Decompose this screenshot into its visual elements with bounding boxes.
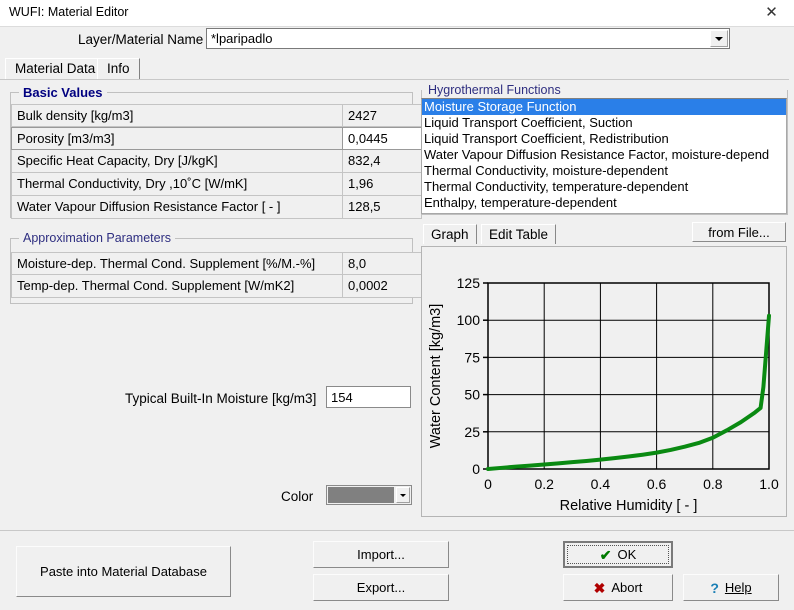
- svg-text:0: 0: [472, 461, 480, 477]
- hygrothermal-functions-legend: Hygrothermal Functions: [425, 83, 564, 97]
- row-value[interactable]: 832,4: [343, 150, 422, 173]
- chevron-down-icon[interactable]: [396, 487, 410, 503]
- row-label: Thermal Conductivity, Dry ,10˚C [W/mK]: [11, 173, 343, 196]
- window-title: WUFI: Material Editor: [9, 5, 129, 19]
- graph-panel: Graph Edit Table from File... 0 25 50 75 100…: [421, 222, 788, 517]
- table-row[interactable]: Bulk density [kg/m3] 2427: [11, 104, 422, 127]
- question-icon: ?: [710, 579, 719, 596]
- main-tabstrip: Material Data Info: [5, 58, 789, 80]
- tab-graph-label: Graph: [431, 227, 469, 242]
- list-item[interactable]: Thermal Conductivity, moisture-dependent: [422, 163, 786, 179]
- hygrothermal-functions-list[interactable]: Moisture Storage Function Liquid Transpo…: [421, 98, 787, 214]
- layer-material-name-combobox[interactable]: *lparipadlo: [206, 28, 730, 49]
- table-row[interactable]: Specific Heat Capacity, Dry [J/kgK] 832,…: [11, 150, 422, 173]
- row-value[interactable]: 128,5: [343, 196, 422, 219]
- list-item[interactable]: Liquid Transport Coefficient, Suction: [422, 115, 786, 131]
- row-label: Porosity [m3/m3]: [11, 127, 343, 150]
- chevron-down-icon[interactable]: [710, 30, 728, 47]
- tab-material-data-label: Material Data: [15, 61, 96, 76]
- row-value[interactable]: 2427: [343, 104, 422, 127]
- title-bar: WUFI: Material Editor ✕: [0, 0, 794, 27]
- table-row[interactable]: Moisture-dep. Thermal Cond. Supplement […: [11, 252, 422, 275]
- svg-text:1.0: 1.0: [759, 476, 779, 492]
- ok-button-label: OK: [617, 547, 637, 562]
- approximation-parameters-table: Moisture-dep. Thermal Cond. Supplement […: [11, 252, 422, 298]
- ok-button[interactable]: ✔ OK: [563, 541, 673, 568]
- svg-text:125: 125: [457, 275, 481, 291]
- svg-text:Water Content [kg/m3]: Water Content [kg/m3]: [428, 304, 444, 449]
- row-label: Moisture-dep. Thermal Cond. Supplement […: [11, 252, 343, 275]
- color-label: Color: [281, 489, 314, 504]
- row-value[interactable]: 8,0: [343, 252, 422, 275]
- check-icon: ✔: [599, 546, 612, 563]
- layer-material-name-value: *lparipadlo: [211, 31, 273, 46]
- color-combobox[interactable]: [326, 485, 412, 505]
- row-value[interactable]: 0,0445: [343, 127, 422, 150]
- tab-material-data[interactable]: Material Data: [5, 58, 106, 79]
- row-label: Water Vapour Diffusion Resistance Factor…: [11, 196, 343, 219]
- row-label: Temp-dep. Thermal Cond. Supplement [W/mK…: [11, 275, 343, 298]
- svg-text:100: 100: [457, 312, 481, 328]
- list-item[interactable]: Thermal Conductivity, temperature-depend…: [422, 179, 786, 195]
- cross-icon: ✖: [593, 579, 606, 596]
- table-row[interactable]: Water Vapour Diffusion Resistance Factor…: [11, 196, 422, 219]
- svg-text:50: 50: [464, 387, 480, 403]
- table-row[interactable]: Porosity [m3/m3] 0,0445: [11, 127, 422, 150]
- export-button-label: Export...: [356, 580, 406, 595]
- list-item[interactable]: Enthalpy, temperature-dependent: [422, 195, 786, 211]
- svg-text:0.8: 0.8: [703, 476, 723, 492]
- svg-text:25: 25: [464, 424, 480, 440]
- svg-text:0: 0: [484, 476, 492, 492]
- svg-text:75: 75: [464, 349, 480, 365]
- abort-button-label: Abort: [611, 580, 643, 595]
- table-row[interactable]: Thermal Conductivity, Dry ,10˚C [W/mK] 1…: [11, 173, 422, 196]
- list-item[interactable]: Moisture Storage Function: [422, 99, 786, 115]
- built-in-moisture-label: Typical Built-In Moisture [kg/m3]: [125, 391, 317, 406]
- tab-edit-table[interactable]: Edit Table: [481, 224, 557, 244]
- svg-text:Relative Humidity [ - ]: Relative Humidity [ - ]: [560, 498, 698, 514]
- svg-text:0.6: 0.6: [647, 476, 667, 492]
- material-editor-window: WUFI: Material Editor ✕ Layer/Material N…: [0, 0, 794, 610]
- built-in-moisture-input[interactable]: 154: [326, 386, 411, 408]
- import-button-label: Import...: [357, 547, 405, 562]
- tab-info[interactable]: Info: [97, 58, 140, 79]
- list-item[interactable]: Liquid Transport Coefficient, Redistribu…: [422, 131, 786, 147]
- bottom-separator: [0, 530, 794, 531]
- from-file-button[interactable]: from File...: [692, 222, 786, 242]
- import-button[interactable]: Import...: [313, 541, 449, 568]
- tab-edit-table-label: Edit Table: [489, 227, 549, 242]
- svg-text:0.4: 0.4: [591, 476, 611, 492]
- color-swatch: [328, 487, 394, 503]
- layer-material-name-label: Layer/Material Name: [78, 32, 204, 47]
- tab-underline: [0, 79, 789, 80]
- row-value[interactable]: 1,96: [343, 173, 422, 196]
- tab-graph[interactable]: Graph: [423, 224, 477, 244]
- list-item[interactable]: Water Vapour Diffusion Resistance Factor…: [422, 147, 786, 163]
- close-icon[interactable]: ✕: [749, 0, 794, 25]
- row-label: Specific Heat Capacity, Dry [J/kgK]: [11, 150, 343, 173]
- row-value[interactable]: 0,0002: [343, 275, 422, 298]
- row-label: Bulk density [kg/m3]: [11, 104, 343, 127]
- help-button[interactable]: ? Help: [683, 574, 779, 601]
- moisture-storage-chart: 0 25 50 75 100 125 0 0.2 0.4 0.6 0.8 1.0 Relative Hu…: [428, 275, 779, 514]
- basic-values-table: Bulk density [kg/m3] 2427 Porosity [m3/m…: [11, 104, 422, 219]
- paste-button-label: Paste into Material Database: [40, 564, 207, 579]
- paste-into-material-database-button[interactable]: Paste into Material Database: [16, 546, 231, 597]
- svg-text:0.2: 0.2: [534, 476, 554, 492]
- tab-info-label: Info: [107, 61, 130, 76]
- export-button[interactable]: Export...: [313, 574, 449, 601]
- table-row[interactable]: Temp-dep. Thermal Cond. Supplement [W/mK…: [11, 275, 422, 298]
- abort-button[interactable]: ✖ Abort: [563, 574, 673, 601]
- basic-values-legend: Basic Values: [19, 85, 107, 100]
- chart-container: 0 25 50 75 100 125 0 0.2 0.4 0.6 0.8 1.0 Relative Hu…: [421, 246, 787, 517]
- approximation-parameters-legend: Approximation Parameters: [19, 231, 175, 245]
- help-button-label: Help: [724, 580, 752, 595]
